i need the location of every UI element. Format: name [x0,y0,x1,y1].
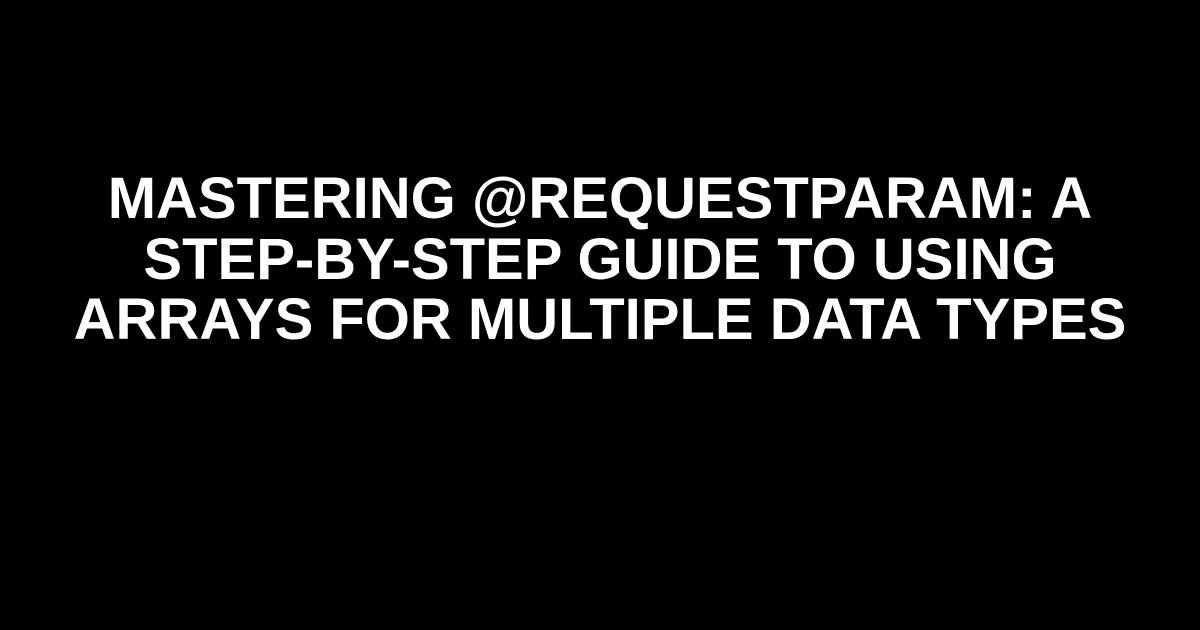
title-container: MASTERING @REQUESTPARAM: A STEP-BY-STEP … [0,169,1200,352]
document-title: MASTERING @REQUESTPARAM: A STEP-BY-STEP … [40,169,1160,352]
